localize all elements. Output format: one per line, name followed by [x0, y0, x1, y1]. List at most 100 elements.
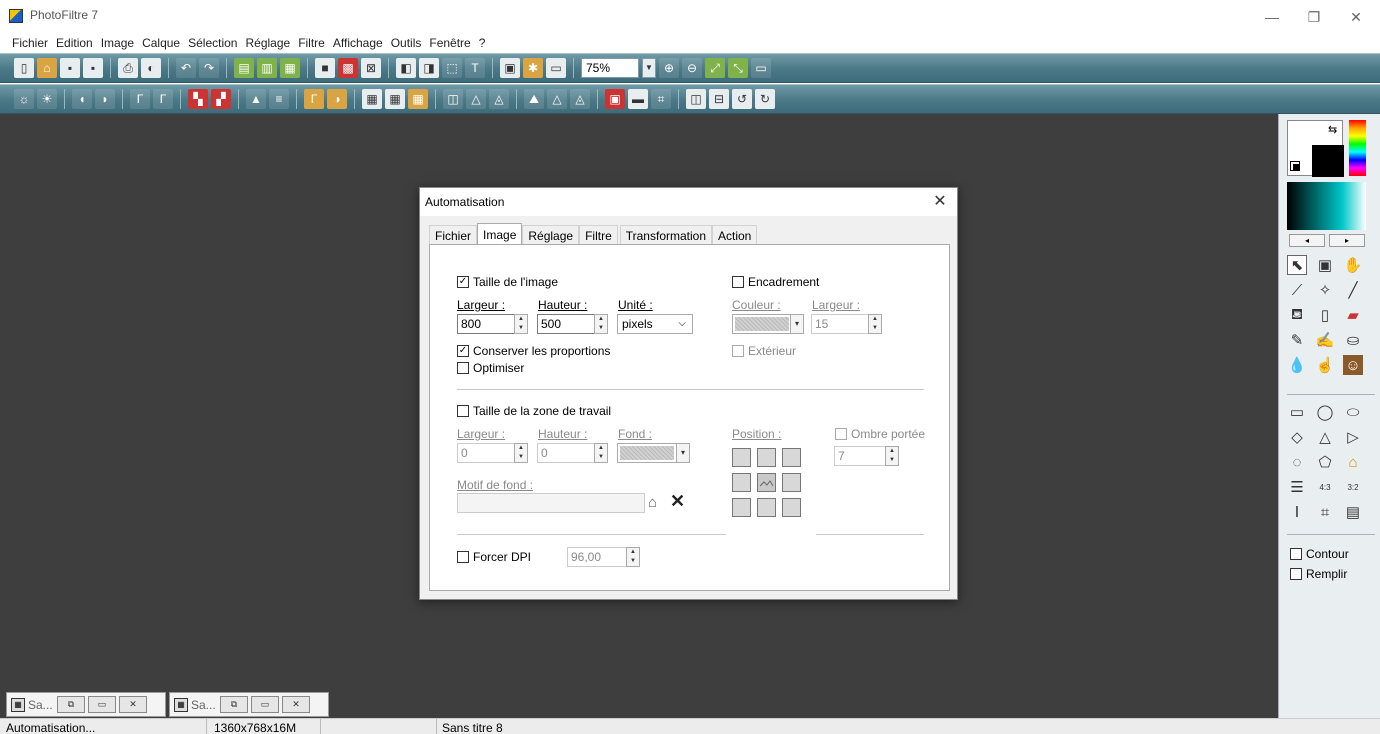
close-icon[interactable]: ✕ — [119, 696, 147, 713]
stamp-tool-icon[interactable]: ⛀ — [1343, 330, 1363, 350]
fit-width-icon[interactable]: ⤢ — [705, 58, 725, 78]
tab-transformation[interactable]: Transformation — [619, 225, 712, 245]
position-bottom-right-button[interactable] — [782, 498, 801, 517]
remplir-checkbox[interactable] — [1290, 568, 1302, 580]
color-swatches[interactable]: ⇆ — [1287, 120, 1344, 177]
zoom-field[interactable]: 75% — [581, 58, 639, 78]
frame-checkbox[interactable] — [732, 276, 744, 288]
blur-icon[interactable]: △ — [466, 89, 486, 109]
position-top-center-button[interactable] — [757, 448, 776, 467]
shadow-icon[interactable]: ▬ — [628, 89, 648, 109]
height-input[interactable]: 500 — [537, 314, 595, 334]
ellipse-shape-icon[interactable]: ◯ — [1315, 402, 1335, 422]
menu-affichage[interactable]: Affichage — [329, 34, 387, 52]
drop-shadow-checkbox[interactable] — [835, 428, 847, 440]
canvas-width-spinner[interactable]: ▲ ▼ — [514, 443, 528, 463]
copy-icon[interactable]: ▤ — [234, 58, 254, 78]
close-window-button[interactable]: ✕ — [1338, 4, 1374, 30]
texture-icon[interactable]: ⌗ — [651, 89, 671, 109]
minimize-button[interactable]: — — [1254, 4, 1290, 30]
background-pattern-input[interactable] — [457, 493, 645, 513]
tab-fichier[interactable]: Fichier — [429, 225, 478, 245]
gamma-minus-icon[interactable]: Γ — [130, 89, 150, 109]
select-all-icon[interactable]: ☰ — [1287, 477, 1307, 497]
menu-fenetre[interactable]: Fenêtre — [425, 34, 474, 52]
position-bottom-center-button[interactable] — [757, 498, 776, 517]
contour-checkbox[interactable] — [1290, 548, 1302, 560]
tab-reglage[interactable]: Réglage — [522, 225, 580, 245]
drop-shadow-input[interactable]: 7 — [834, 446, 886, 466]
scan-icon[interactable]: ◐ — [141, 58, 161, 78]
width-input[interactable]: 800 — [457, 314, 515, 334]
gamma-plus-icon[interactable]: Γ — [153, 89, 173, 109]
swap-colors-icon[interactable]: ⇆ — [1328, 123, 1337, 136]
brush-tool-icon[interactable]: ✎ — [1287, 330, 1307, 350]
finger-tool-icon[interactable]: ☝ — [1315, 355, 1335, 375]
dialog-close-button[interactable]: ✕ — [929, 191, 951, 213]
canvas-height-input[interactable]: 0 — [537, 443, 595, 463]
tab-image[interactable]: Image — [477, 223, 523, 245]
advanced-brush-tool-icon[interactable]: ✍ — [1315, 330, 1335, 350]
brightness-plus-icon[interactable]: ☀ — [37, 89, 57, 109]
height-spinner[interactable]: ▲ ▼ — [594, 314, 608, 334]
position-top-left-button[interactable] — [732, 448, 751, 467]
frame-width-input[interactable]: 15 — [811, 314, 869, 334]
ratio-43-icon[interactable]: 4:3 — [1315, 477, 1335, 497]
restore-icon[interactable]: ⧉ — [57, 696, 85, 713]
clone-tool-icon[interactable]: ☺ — [1343, 355, 1363, 375]
flip-horizontal-icon[interactable]: ◫ — [686, 89, 706, 109]
minimized-document-2[interactable]: ▦ Sa... ⧉ ▭ ✕ — [169, 692, 329, 717]
blur-tool-icon[interactable]: 💧 — [1287, 355, 1307, 375]
menu-calque[interactable]: Calque — [138, 34, 184, 52]
frame-icon[interactable]: ▣ — [605, 89, 625, 109]
eyedropper-tool-icon[interactable]: ⟋ — [1287, 280, 1307, 300]
tab-filtre[interactable]: Filtre — [579, 225, 618, 245]
rotate-right-icon[interactable]: ↻ — [755, 89, 775, 109]
emboss-icon[interactable]: ⛰ — [524, 89, 544, 109]
save-icon[interactable]: ▪ — [60, 58, 80, 78]
maximize-button[interactable]: ❐ — [1296, 4, 1332, 30]
image-size-checkbox[interactable]: ✓ — [457, 276, 469, 288]
saturation-plus-icon[interactable]: ▞ — [211, 89, 231, 109]
crop-frame-icon[interactable]: ⌗ — [1315, 502, 1335, 522]
palette-next-button[interactable]: ▸ — [1329, 234, 1365, 247]
equalize-icon[interactable]: ≡ — [269, 89, 289, 109]
ratio-32-icon[interactable]: 3:2 — [1343, 477, 1363, 497]
sepia-icon[interactable]: ▦ — [385, 89, 405, 109]
transparency-icon[interactable]: ⊠ — [361, 58, 381, 78]
hand-tool-icon[interactable]: ✋ — [1343, 255, 1363, 275]
restore-icon[interactable]: ⧉ — [220, 696, 248, 713]
exterior-checkbox[interactable] — [732, 345, 744, 357]
levels-icon[interactable]: ▲ — [246, 89, 266, 109]
close-icon[interactable]: ✕ — [282, 696, 310, 713]
menu-help[interactable]: ? — [475, 34, 490, 52]
selection-icon[interactable]: ⬚ — [442, 58, 462, 78]
position-middle-left-button[interactable] — [732, 473, 751, 492]
save-as-icon[interactable]: ▪ — [83, 58, 103, 78]
contrast-plus-icon[interactable]: ◗ — [95, 89, 115, 109]
menu-fichier[interactable]: Fichier — [8, 34, 52, 52]
text-frame-icon[interactable]: Ⅰ — [1287, 502, 1307, 522]
palette-icon[interactable]: ▩ — [338, 58, 358, 78]
frame-width-spinner[interactable]: ▲ ▼ — [868, 314, 882, 334]
frame-color-picker[interactable] — [732, 314, 792, 334]
brightness-minus-icon[interactable]: ☼ — [14, 89, 34, 109]
browser-icon[interactable]: ▣ — [500, 58, 520, 78]
grayscale-icon[interactable]: ▦ — [362, 89, 382, 109]
dpi-spinner[interactable]: ▲ ▼ — [626, 547, 640, 567]
canvas-size-icon[interactable]: ◨ — [419, 58, 439, 78]
diamond-shape-icon[interactable]: ◇ — [1287, 427, 1307, 447]
image-size-icon[interactable]: ◧ — [396, 58, 416, 78]
open-file-icon[interactable]: ⌂ — [37, 58, 57, 78]
position-middle-right-button[interactable] — [782, 473, 801, 492]
zoom-dropdown-icon[interactable]: ▼ — [642, 58, 656, 78]
soften-icon[interactable]: ◫ — [443, 89, 463, 109]
flip-vertical-icon[interactable]: ⊟ — [709, 89, 729, 109]
lasso-shape-icon[interactable]: ◌ — [1287, 452, 1307, 472]
paste-icon[interactable]: ▥ — [257, 58, 277, 78]
drop-shadow-spinner[interactable]: ▲ ▼ — [885, 446, 899, 466]
fit-height-icon[interactable]: ⤡ — [728, 58, 748, 78]
reset-colors-icon[interactable] — [1290, 161, 1300, 171]
auto-contrast-icon[interactable]: ◑ — [327, 89, 347, 109]
zoom-in-icon[interactable]: ⊕ — [659, 58, 679, 78]
